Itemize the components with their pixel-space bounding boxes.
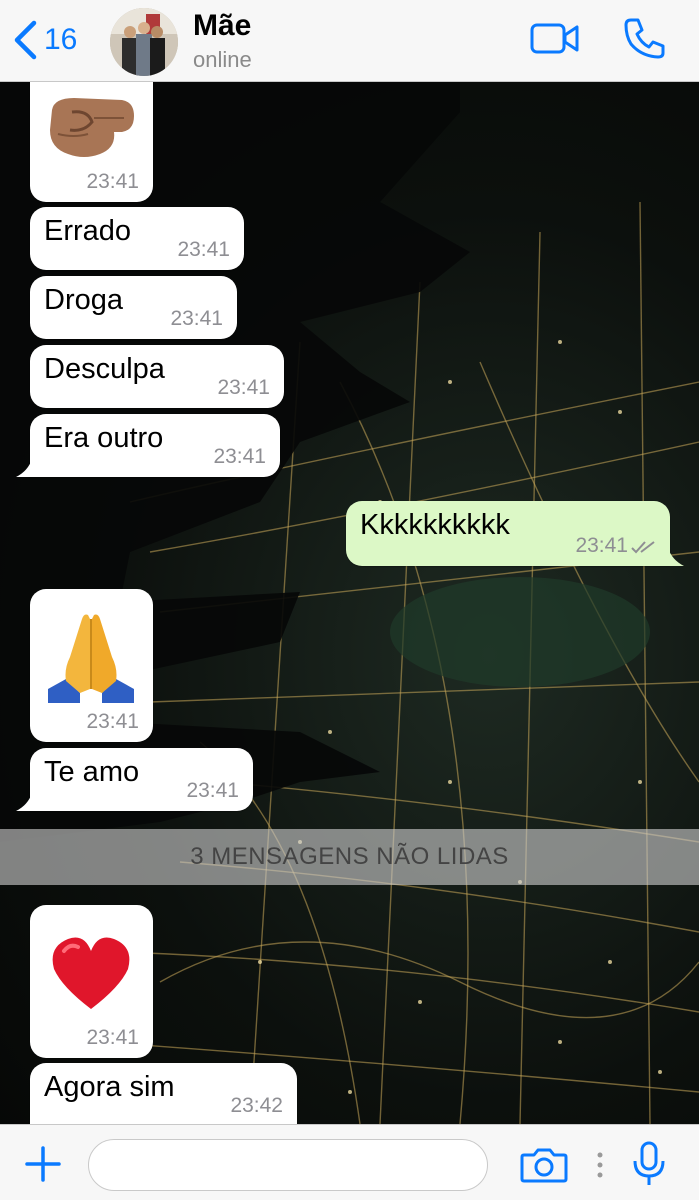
bubble-tail [668, 548, 684, 566]
message-time: 23:41 [213, 445, 266, 468]
message-bubble[interactable]: Te amo 23:41 [16, 748, 253, 811]
video-camera-icon [530, 23, 579, 54]
message-text: Desculpa [44, 353, 165, 385]
message-time: 23:41 [86, 710, 139, 733]
message-text: Era outro [44, 422, 164, 454]
chat-header: 16 Mãe online [0, 0, 699, 82]
microphone-button[interactable] [632, 1141, 666, 1192]
message-bubble[interactable]: Droga 23:41 [30, 276, 237, 339]
message-time: 23:41 [86, 170, 139, 193]
message-bubble[interactable]: 23:41 [30, 589, 153, 742]
message-bubble[interactable]: Desculpa 23:41 [30, 345, 284, 408]
avatar[interactable] [110, 8, 178, 76]
video-call-button[interactable] [530, 22, 580, 61]
red-heart-emoji [50, 933, 132, 1016]
unread-messages-divider: 3 MENSAGENS NÃO LIDAS [0, 829, 699, 885]
message-bubble-outgoing[interactable]: Kkkkkkkkkk 23:41 [346, 501, 684, 566]
folded-hands-emoji [44, 609, 138, 710]
chevron-left-icon [14, 20, 37, 60]
message-text: Agora sim [44, 1071, 175, 1103]
camera-icon [520, 1148, 568, 1183]
input-bar [0, 1124, 699, 1200]
contact-status: online [193, 47, 252, 72]
camera-button[interactable] [520, 1147, 568, 1188]
message-time: 23:41 [170, 307, 223, 330]
message-time: 23:41 [177, 238, 230, 261]
message-time: 23:41 [86, 1026, 139, 1049]
bubble-tail [16, 793, 32, 811]
message-time: 23:41 [575, 534, 628, 557]
attach-button[interactable] [24, 1145, 62, 1188]
message-bubble[interactable]: 23:41 [30, 82, 153, 202]
message-bubble[interactable]: Era outro 23:41 [16, 414, 280, 477]
contact-name[interactable]: Mãe [193, 9, 251, 43]
message-bubble[interactable]: 23:41 [30, 905, 153, 1058]
plus-icon [25, 1146, 61, 1182]
message-text: Errado [44, 215, 132, 247]
more-dots-icon [596, 1151, 604, 1184]
message-text: Te amo [44, 756, 140, 788]
bubble-tail [16, 459, 32, 477]
avatar-photo [110, 8, 178, 76]
voice-call-button[interactable] [623, 16, 667, 65]
message-time: 23:42 [230, 1094, 283, 1117]
back-button[interactable]: 16 [12, 20, 77, 60]
message-bubble[interactable]: Agora sim 23:42 [30, 1063, 297, 1126]
microphone-icon [633, 1141, 665, 1185]
message-time: 23:41 [186, 779, 239, 802]
fist-bump-emoji [44, 88, 138, 173]
phone-icon [624, 18, 665, 59]
message-input[interactable] [88, 1139, 488, 1191]
message-text: Droga [44, 284, 123, 316]
message-text: Kkkkkkkkkk [360, 509, 510, 541]
unread-chats-count: 16 [44, 23, 78, 56]
double-check-icon [631, 541, 655, 554]
message-time: 23:41 [217, 376, 270, 399]
message-bubble[interactable]: Errado 23:41 [30, 207, 244, 270]
